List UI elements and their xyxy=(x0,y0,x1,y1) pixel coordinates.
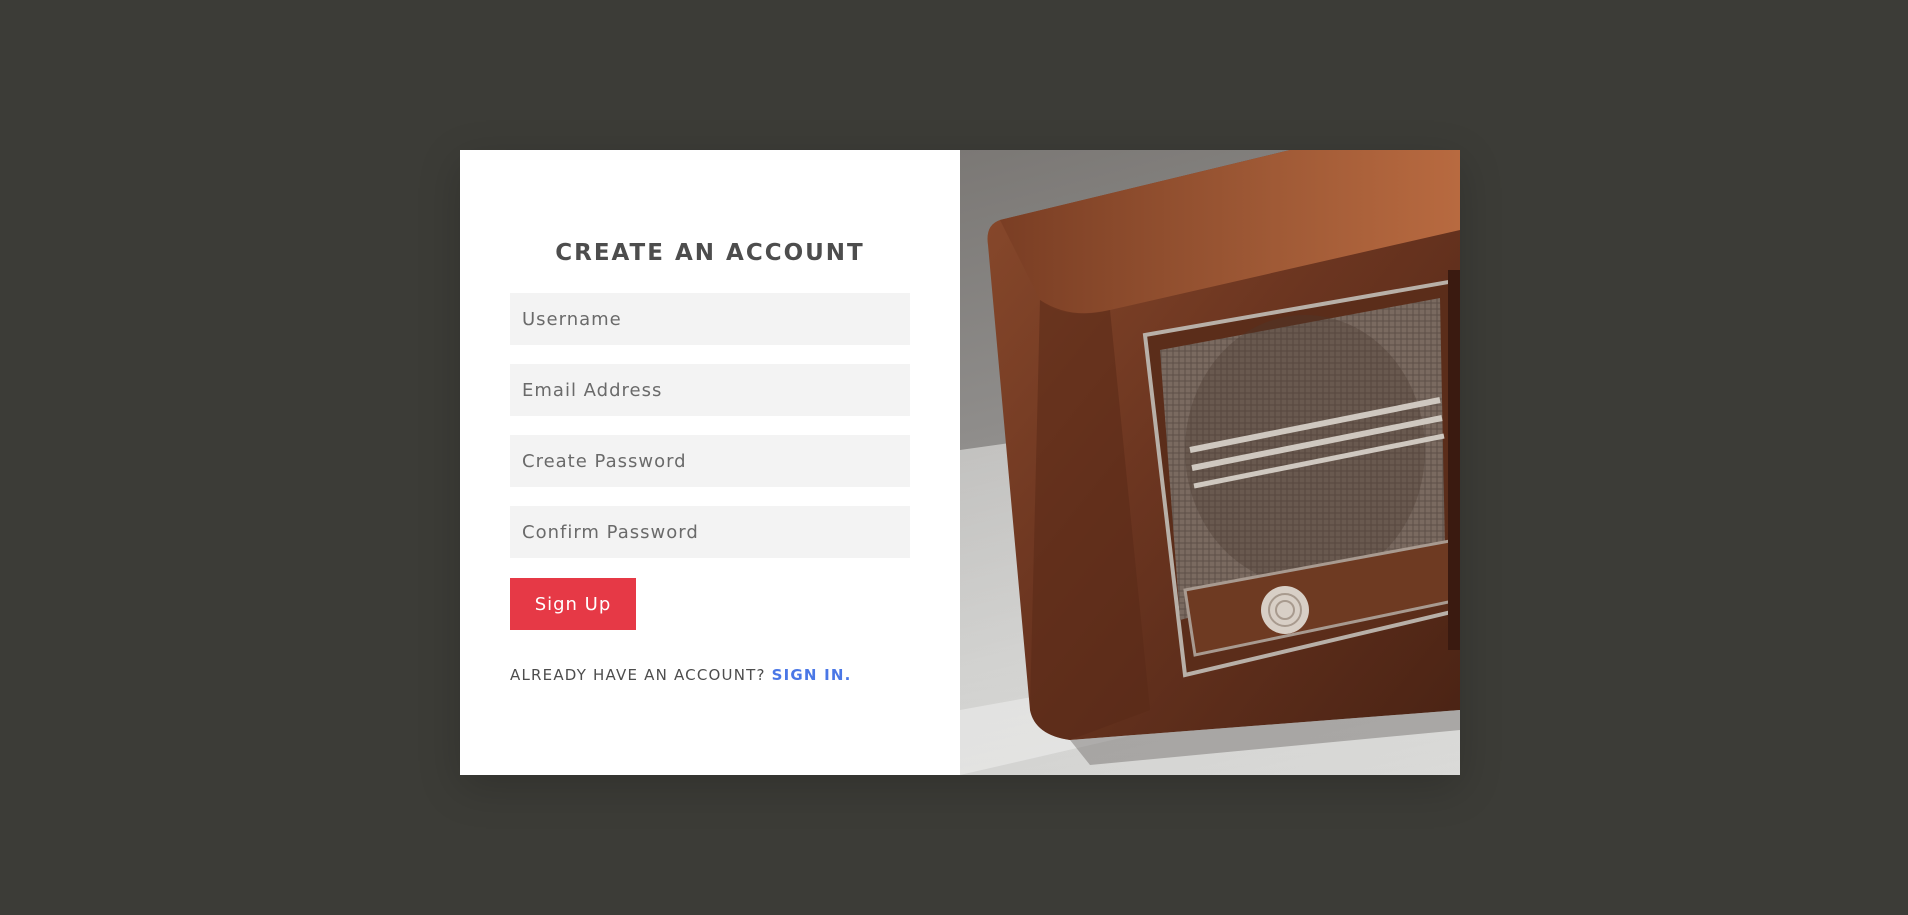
signin-prompt-row: ALREADY HAVE AN ACCOUNT? SIGN IN. xyxy=(510,666,852,684)
form-title: CREATE AN ACCOUNT xyxy=(555,240,865,266)
username-input[interactable] xyxy=(510,293,910,345)
create-password-input[interactable] xyxy=(510,435,910,487)
sign-in-link[interactable]: SIGN IN. xyxy=(772,666,852,684)
signup-card: CREATE AN ACCOUNT Sign Up ALREADY HAVE A… xyxy=(460,150,1460,775)
signin-prompt-text: ALREADY HAVE AN ACCOUNT? xyxy=(510,666,766,684)
vintage-radio-image xyxy=(960,150,1460,775)
signup-form-panel: CREATE AN ACCOUNT Sign Up ALREADY HAVE A… xyxy=(460,150,960,775)
radio-photo xyxy=(960,150,1460,775)
sign-up-button[interactable]: Sign Up xyxy=(510,578,636,630)
confirm-password-input[interactable] xyxy=(510,506,910,558)
email-input[interactable] xyxy=(510,364,910,416)
